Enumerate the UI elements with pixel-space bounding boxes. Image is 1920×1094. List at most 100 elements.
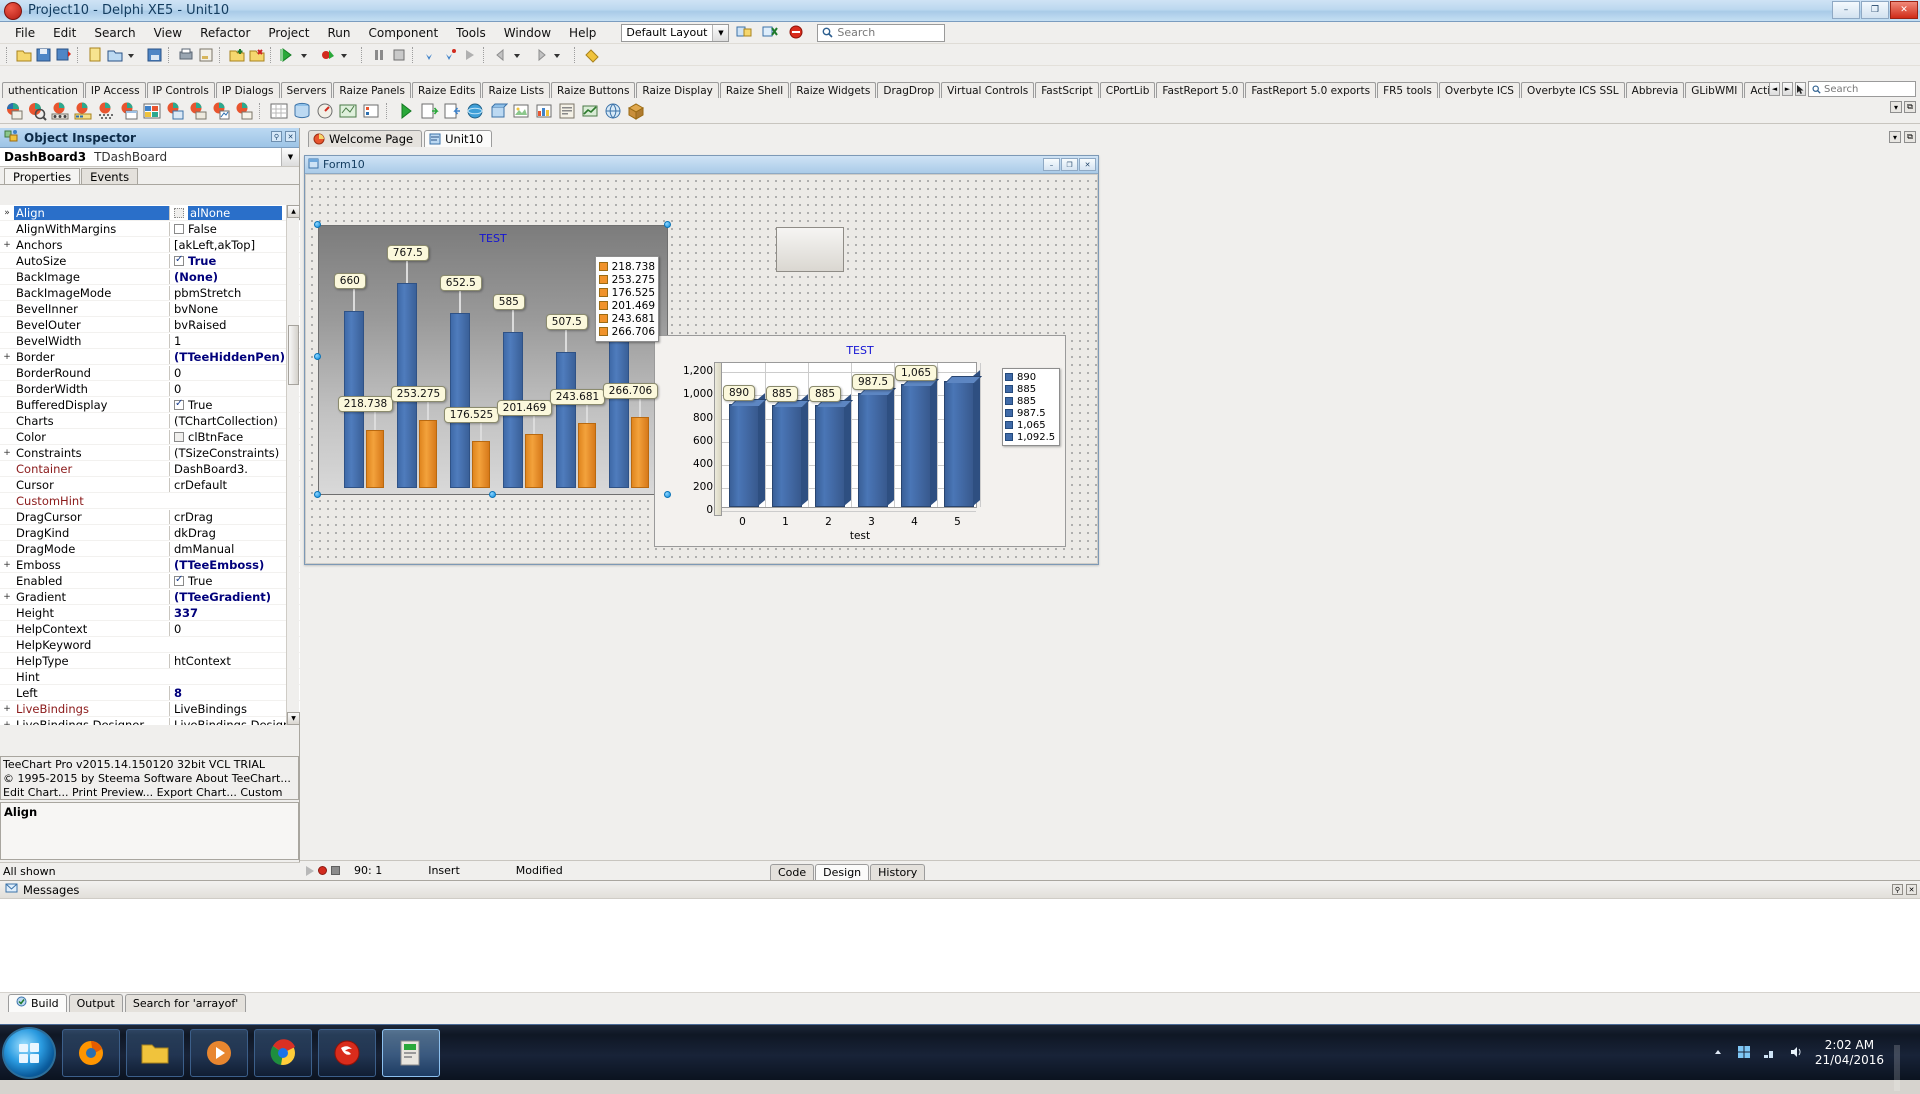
property-value[interactable]: bvRaised [169, 317, 300, 332]
property-name[interactable]: Color [14, 430, 169, 444]
property-name[interactable]: DragCursor [14, 510, 169, 524]
property-row[interactable]: Enabled True [0, 573, 300, 589]
palette-dock-icon[interactable]: ⧉ [1904, 101, 1916, 113]
property-value[interactable]: True [169, 253, 300, 268]
chart-grid-icon[interactable] [269, 101, 289, 121]
palette-tab-virtual-controls[interactable]: Virtual Controls [941, 82, 1035, 98]
legend-item[interactable]: 253.275 [599, 273, 655, 286]
property-row[interactable]: DragKind dkDrag [0, 525, 300, 541]
selection-handle-br[interactable] [664, 491, 671, 498]
open-file-icon[interactable] [15, 46, 33, 64]
form10-maximize-button[interactable]: ❐ [1061, 158, 1078, 171]
legend-item[interactable]: 1,065 [1005, 419, 1057, 431]
property-name[interactable]: HelpType [14, 654, 169, 668]
selection-handle-tl[interactable] [314, 221, 321, 228]
dashboard-chart[interactable]: TEST 660 218.738 767.5 253.275 652.5 176.525 5… [318, 225, 668, 495]
property-value[interactable]: (TChartCollection) [169, 413, 300, 428]
object-selector-chevron-down-icon[interactable]: ▼ [281, 148, 299, 166]
step-over-icon[interactable] [441, 46, 459, 64]
tray-volume-icon[interactable] [1789, 1045, 1805, 1061]
property-value[interactable]: (None) [169, 269, 300, 284]
property-row[interactable]: BorderWidth 0 [0, 381, 300, 397]
add-to-project-icon[interactable] [228, 46, 246, 64]
property-value[interactable]: crDefault [169, 477, 300, 492]
palette-tab-fastreport5[interactable]: FastReport 5.0 [1156, 82, 1245, 98]
selection-handle-ml[interactable] [314, 353, 321, 360]
palette-scroll-right-icon[interactable]: ► [1782, 82, 1793, 96]
editor-dock-icon[interactable]: ⧉ [1904, 131, 1916, 143]
teechart-series-icon[interactable] [188, 101, 208, 121]
property-value[interactable]: dmManual [169, 541, 300, 556]
teechart-gallery-icon[interactable] [142, 101, 162, 121]
dropdown-arrow-icon[interactable] [126, 46, 144, 64]
chart-legend-icon[interactable] [361, 101, 381, 121]
legend-item[interactable]: 987.5 [1005, 407, 1057, 419]
selection-handle-tr[interactable] [664, 221, 671, 228]
chart-report-icon[interactable] [557, 101, 577, 121]
teechart-dashboard-icon[interactable] [165, 101, 185, 121]
palette-tab-fastreport5-exports[interactable]: FastReport 5.0 exports [1245, 82, 1377, 98]
form-designer-surface[interactable]: Form10 – ❐ ✕ TEST 660 218.738 767.5 253.275… [300, 147, 1920, 845]
pause-icon[interactable] [370, 46, 388, 64]
editor-tab-unit10[interactable]: Unit10 [424, 130, 493, 147]
palette-tab-ip-access[interactable]: IP Access [84, 82, 146, 98]
palette-scroll-left-icon[interactable]: ◄ [1769, 82, 1780, 96]
form-chart[interactable]: TEST 1,200 1,000 800 600 400 200 0 012345 890 8… [654, 335, 1066, 547]
property-row[interactable]: DragCursor crDrag [0, 509, 300, 525]
chart-sphere-icon[interactable] [465, 101, 485, 121]
expand-icon[interactable]: + [0, 560, 14, 570]
property-row[interactable]: BevelWidth 1 [0, 333, 300, 349]
property-row[interactable]: AutoSize True [0, 253, 300, 269]
tab-events[interactable]: Events [81, 168, 139, 184]
palette-tab-fr5-tools[interactable]: FR5 tools [1377, 82, 1438, 98]
property-row[interactable]: Cursor crDefault [0, 477, 300, 493]
property-row[interactable]: AlignWithMargins False [0, 221, 300, 237]
property-row[interactable]: HelpType htContext [0, 653, 300, 669]
open-unit-icon[interactable] [197, 46, 215, 64]
palette-tab-glibwmi[interactable]: GLibWMI [1685, 82, 1744, 98]
property-row[interactable]: HelpKeyword [0, 637, 300, 653]
legend-item[interactable]: 176.525 [599, 286, 655, 299]
taskbar-explorer[interactable] [126, 1028, 184, 1077]
editor-collapse-icon[interactable]: ▾ [1889, 131, 1901, 143]
view-tab-design[interactable]: Design [815, 864, 870, 880]
expand-icon[interactable]: + [0, 240, 14, 250]
taskbar-delphi[interactable] [318, 1028, 376, 1077]
save-project-icon[interactable] [146, 46, 164, 64]
save-layout-icon[interactable] [735, 24, 755, 42]
property-row[interactable]: BackImage (None) [0, 269, 300, 285]
property-value[interactable]: [akLeft,akTop] [169, 237, 300, 252]
legend-item[interactable]: 201.469 [599, 299, 655, 312]
property-row[interactable]: + Anchors [akLeft,akTop] [0, 237, 300, 253]
palette-tab-raize-lists[interactable]: Raize Lists [482, 82, 551, 98]
property-value[interactable]: 0 [169, 381, 300, 396]
property-name[interactable]: BorderWidth [14, 382, 169, 396]
back-navigate-icon[interactable] [492, 46, 510, 64]
palette-tab-overbyte-ics-ssl[interactable]: Overbyte ICS SSL [1520, 82, 1625, 98]
maximize-button[interactable]: ❐ [1861, 1, 1889, 19]
save-icon[interactable] [35, 46, 53, 64]
start-button[interactable] [2, 1026, 56, 1079]
chart-package-icon[interactable] [626, 101, 646, 121]
palette-tab-servers[interactable]: Servers [280, 82, 333, 98]
palette-tab-abbrevia[interactable]: Abbrevia [1625, 82, 1685, 98]
property-row[interactable]: Container DashBoard3. [0, 461, 300, 477]
form10-client-area[interactable]: TEST 660 218.738 767.5 253.275 652.5 176.525 5… [305, 174, 1098, 564]
form10-minimize-button[interactable]: – [1043, 158, 1060, 171]
property-value[interactable]: LiveBindings Designer [169, 717, 300, 725]
legend-item[interactable]: 885 [1005, 383, 1057, 395]
property-value[interactable]: 8 [169, 685, 300, 700]
stop-icon[interactable] [390, 46, 408, 64]
layout-combo[interactable]: Default Layout ▼ [621, 23, 730, 42]
menu-view[interactable]: View [145, 23, 191, 43]
stop-help-insight-icon[interactable] [787, 24, 807, 42]
property-value[interactable]: False [169, 221, 300, 236]
chart-gauge-icon[interactable] [315, 101, 335, 121]
property-row[interactable]: + Emboss (TTeeEmboss) [0, 557, 300, 573]
taskbar-media-player[interactable] [190, 1028, 248, 1077]
palette-tab-raize-panels[interactable]: Raize Panels [333, 82, 411, 98]
property-value[interactable]: dkDrag [169, 525, 300, 540]
oi-pin-icon[interactable]: ⚲ [271, 131, 282, 142]
forward-dropdown-icon[interactable] [552, 46, 570, 64]
property-row[interactable]: + Gradient (TTeeGradient) [0, 589, 300, 605]
